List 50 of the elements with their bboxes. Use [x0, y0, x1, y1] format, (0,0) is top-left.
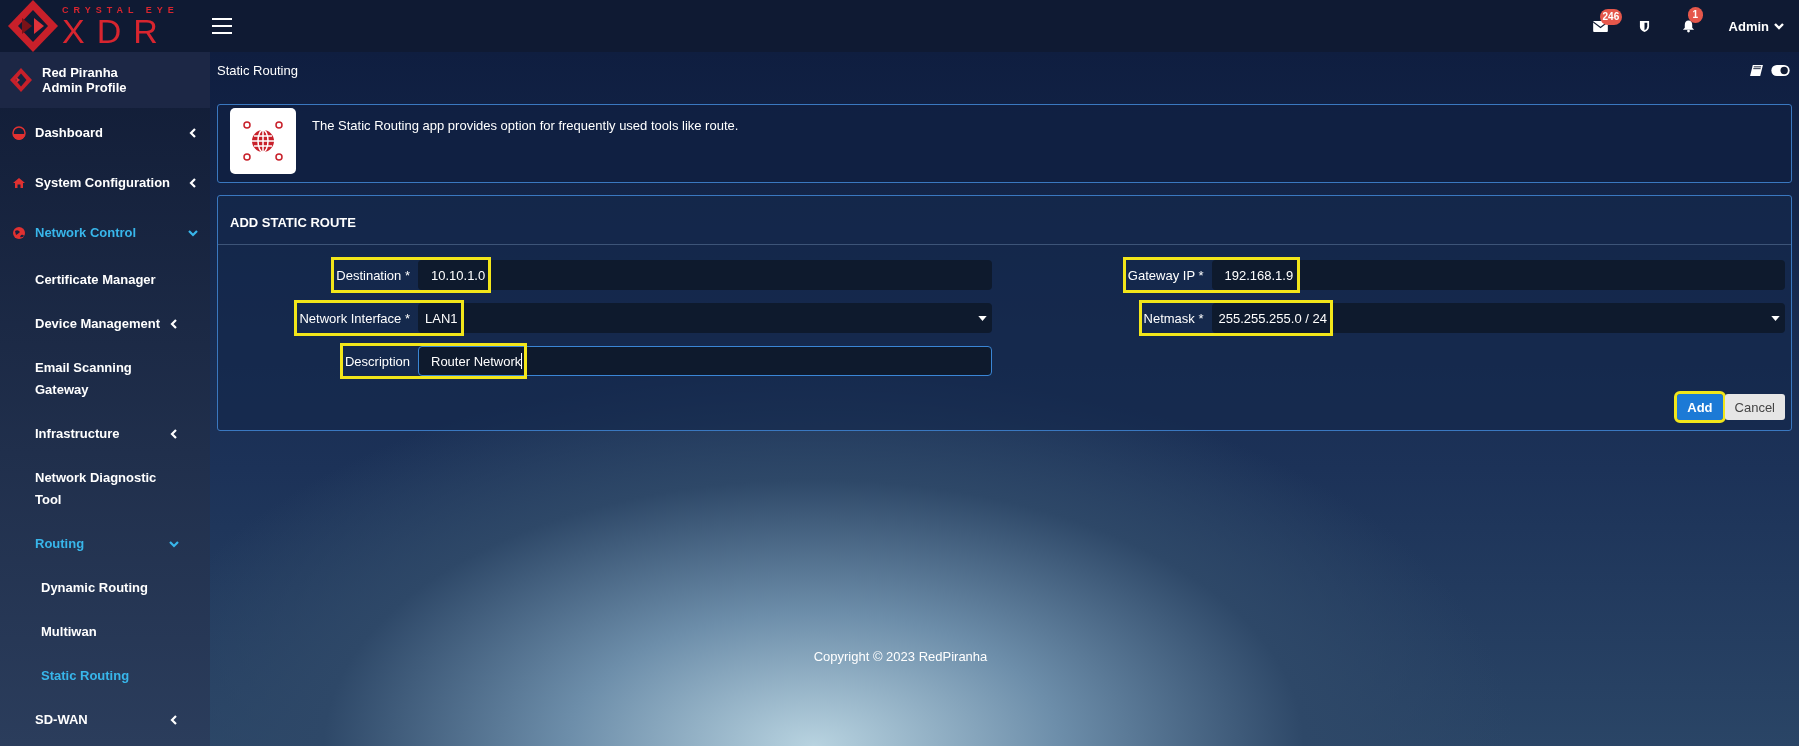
- field-label: Netmask *: [1143, 310, 1204, 326]
- field-label: Description: [344, 353, 410, 369]
- book-icon[interactable]: [1750, 64, 1763, 76]
- notification-badge: 246: [1599, 8, 1623, 25]
- sidebar-item[interactable]: Infrastructure: [0, 412, 210, 456]
- menu-icon[interactable]: [212, 18, 232, 34]
- chevron-down-icon: [1773, 20, 1785, 32]
- sidebar-item[interactable]: Device Management: [0, 302, 210, 346]
- input-field[interactable]: 10.10.1.0: [418, 260, 992, 290]
- logo-icon: [10, 68, 32, 92]
- gauge-icon: [12, 126, 26, 140]
- toggle-icon[interactable]: [1771, 64, 1790, 76]
- user-menu[interactable]: Admin: [1728, 18, 1785, 34]
- globe-icon: [12, 226, 26, 240]
- sidebar-item[interactable]: Email Scanning Gateway: [0, 346, 210, 412]
- add-button[interactable]: Add: [1677, 394, 1723, 420]
- sidebar-item[interactable]: System Configuration: [0, 158, 210, 208]
- profile-role: Admin Profile: [42, 80, 127, 95]
- field-label: Gateway IP *: [1127, 267, 1204, 283]
- sidebar-item[interactable]: SD-WAN: [0, 698, 210, 742]
- sidebar-item[interactable]: Network Diagnostic Tool: [0, 456, 210, 522]
- sidebar-item[interactable]: Certificate Manager: [0, 258, 210, 302]
- caret-icon: [1771, 316, 1780, 321]
- page-title: Static Routing: [217, 62, 298, 78]
- input-field[interactable]: 192.168.1.9: [1211, 260, 1785, 290]
- input-field[interactable]: Router Network: [418, 346, 992, 376]
- field-label: Destination *: [336, 267, 410, 283]
- sidebar-item[interactable]: Multiwan: [0, 610, 210, 654]
- shield-icon[interactable]: [1639, 19, 1651, 33]
- sidebar-item[interactable]: Dynamic Routing: [0, 566, 210, 610]
- copyright-text: Copyright © 2023 RedPiranha: [813, 649, 988, 664]
- field-label: Network Interface *: [299, 310, 410, 326]
- logo-wordmark: XDR: [62, 14, 170, 47]
- sidebar-item[interactable]: Network Control: [0, 208, 210, 258]
- sidebar-item[interactable]: Routing: [0, 522, 210, 566]
- dropdown-field[interactable]: LAN1: [418, 303, 992, 333]
- form-title: ADD STATIC ROUTE: [218, 196, 1791, 245]
- description-text: The Static Routing app provides option for frequently used tools like route.: [312, 118, 739, 133]
- dropdown-field[interactable]: 255.255.255.0 / 24: [1211, 303, 1785, 333]
- profile-name: Red Piranha: [42, 65, 119, 80]
- cancel-button[interactable]: Cancel: [1724, 394, 1785, 420]
- logo-tagline: CRYSTAL EYE: [62, 5, 179, 15]
- bell-icon[interactable]: [1682, 19, 1696, 33]
- caret-icon: [977, 316, 987, 321]
- text-cursor: [521, 353, 523, 369]
- sidebar-item[interactable]: Static Routing: [0, 654, 210, 698]
- app-icon: [230, 108, 296, 174]
- house-icon: [12, 176, 26, 190]
- notification-badge: 1: [1687, 7, 1704, 23]
- sidebar-item[interactable]: Dashboard: [0, 108, 210, 158]
